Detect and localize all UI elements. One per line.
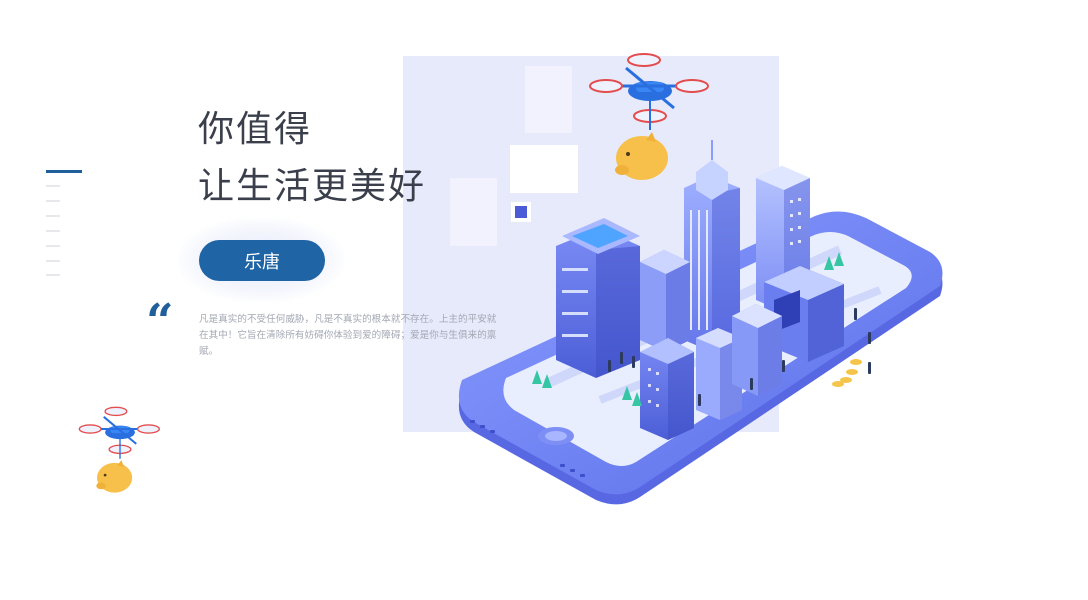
drone-piggy-bank-icon	[589, 53, 709, 180]
building	[556, 218, 640, 378]
building	[732, 304, 782, 396]
building	[640, 250, 690, 352]
phone-city-illustration	[458, 140, 943, 505]
landing-page: 你值得 让生活更美好 乐唐 “ 凡是真实的不受任何威胁，凡是不真实的根本就不存在…	[0, 0, 1088, 600]
drone-piggy-bank-icon	[78, 406, 160, 493]
building	[640, 338, 694, 440]
